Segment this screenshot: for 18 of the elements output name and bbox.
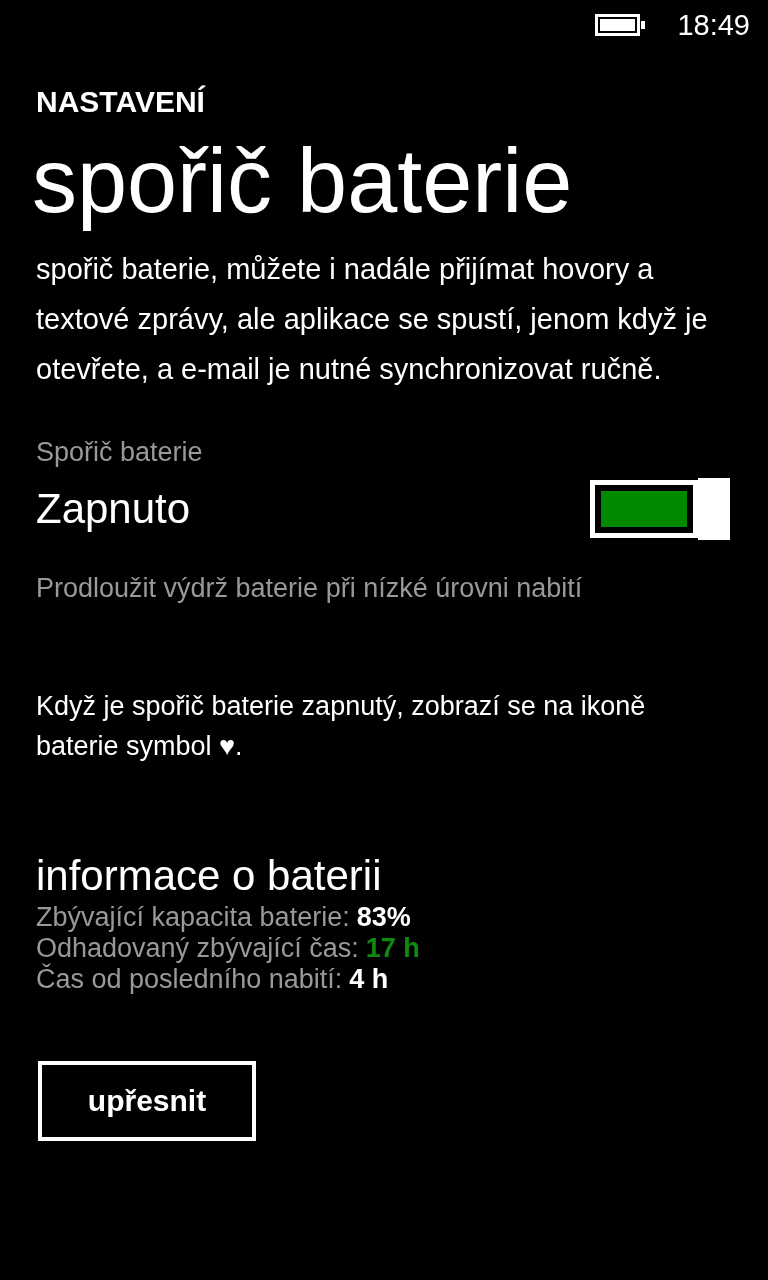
note-paragraph: Když je spořič baterie zapnutý, zobrazí se na ikoně baterie symbol ♥. <box>36 690 647 763</box>
info-value: 83% <box>356 902 411 932</box>
info-value: 4 h <box>349 964 389 994</box>
info-label: Čas od posledního nabití: <box>36 964 343 994</box>
toggle-switch[interactable] <box>590 478 730 540</box>
section-heading: informace o baterii <box>36 851 383 901</box>
setting-label: Spořič baterie <box>36 436 204 469</box>
app-title: NASTAVENÍ <box>36 84 207 120</box>
description-paragraph: spořič baterie, můžete i nadále přijímat hovory a textové zprávy, ale aplikace se spustí, jenom když je otevřete, a e-mail je nutné synchronizovat ručně. <box>36 252 709 387</box>
setting-state: Zapnuto <box>36 484 191 534</box>
advanced-button[interactable]: upřesnit <box>38 1061 256 1141</box>
info-label: Zbývající kapacita baterie: <box>36 902 350 932</box>
clock-time: 18:49 <box>677 8 750 42</box>
page-title: spořič baterie <box>32 130 574 233</box>
battery-icon <box>595 14 648 36</box>
info-label: Odhadovaný zbývající čas: <box>36 933 359 963</box>
info-value: 17 h <box>365 933 420 963</box>
setting-description: Prodloužit výdrž baterie při nízké úrovni nabití <box>36 572 584 605</box>
